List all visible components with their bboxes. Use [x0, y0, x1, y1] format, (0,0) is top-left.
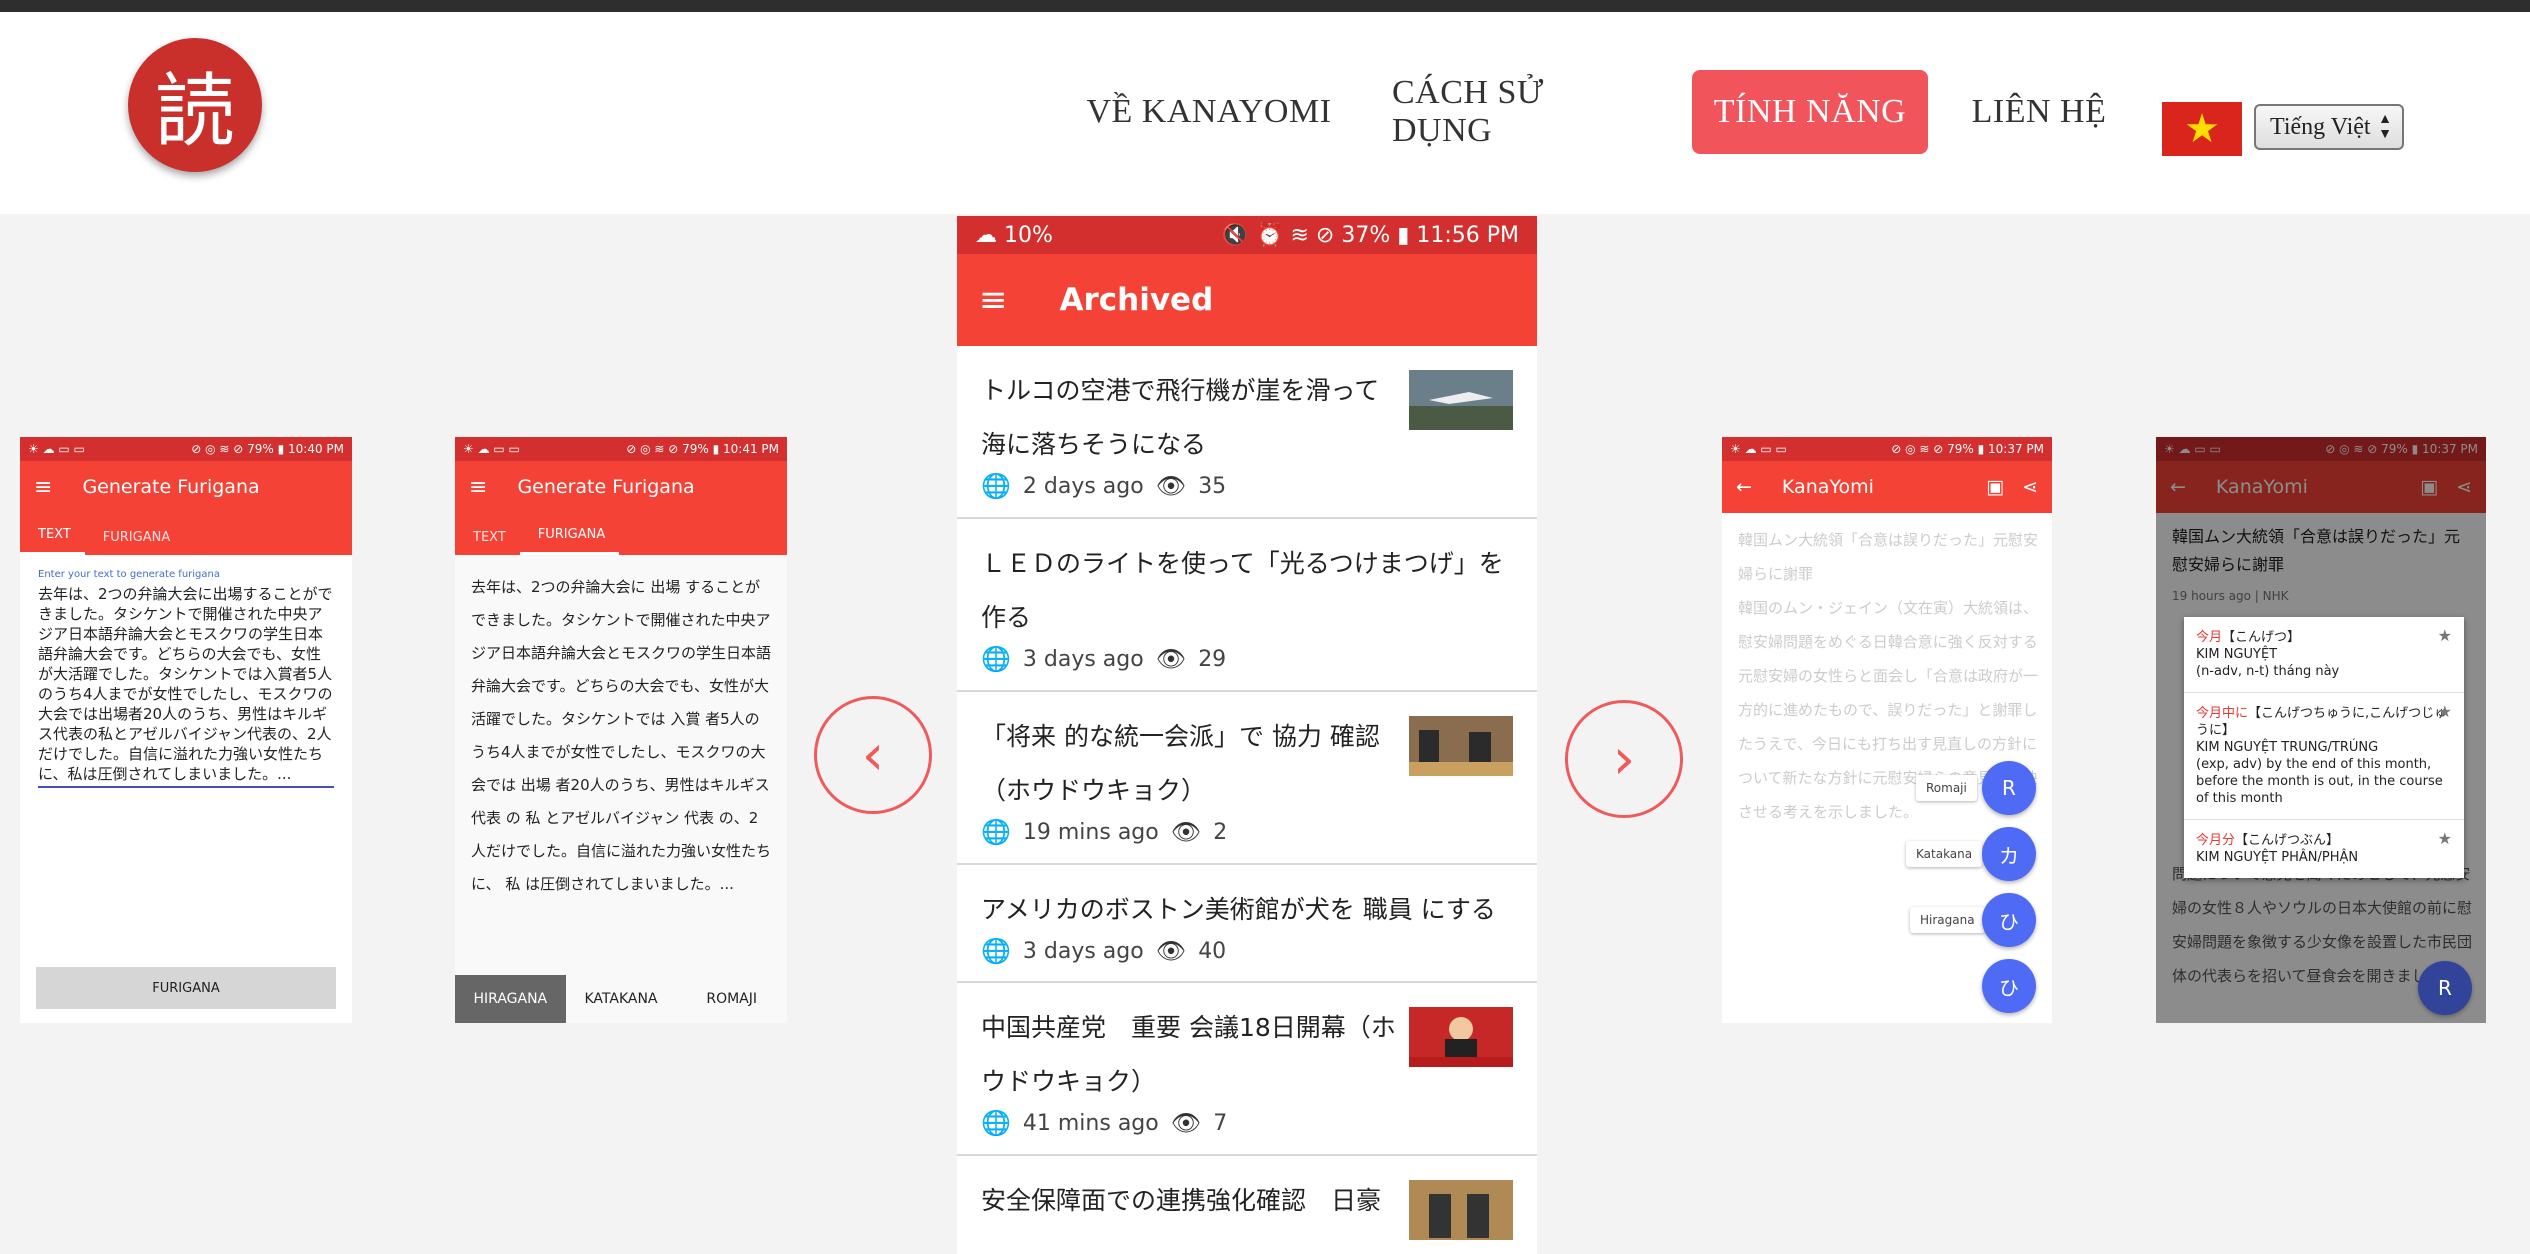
globe-icon: 🌐 [981, 937, 1011, 965]
status-bar: ☀ ☁ ▭ ▭ ⊘ ◎ ≋ ⊘ 79% ▮ 10:41 PM [455, 437, 787, 461]
archive-icon[interactable]: ▣ [1986, 476, 2004, 498]
app-title: KanaYomi [1781, 476, 1874, 498]
main-fab[interactable]: ひ [1982, 959, 2036, 1013]
eye-icon: 👁 [1155, 937, 1187, 965]
dictionary-popup: 今月【こんげつ】 ★ KIM NGUYỆT (n-adv, n-t) tháng … [2184, 617, 2464, 878]
eye-icon: 👁 [1155, 472, 1187, 500]
share-icon[interactable]: ⋖ [2022, 476, 2038, 498]
romaji-fab[interactable]: R [1982, 761, 2036, 815]
carousel-next-button[interactable]: › [1565, 700, 1683, 818]
tab-text[interactable]: TEXT [455, 530, 520, 555]
article-item[interactable]: 中国共産党 重要 会議18日開幕（ホウドウキョク） 🌐 41 mins ago 👁 7 [957, 983, 1537, 1156]
eye-icon: 👁 [1170, 1109, 1202, 1137]
furigana-text: 去年は、2つの弁論大会に 出場 することができました。タシケントで開催された中央… [471, 578, 772, 893]
fab-label-katakana: Katakana [1906, 841, 1983, 867]
status-bar: ☀ ☁ ▭ ▭ ⊘ ◎ ≋ ⊘ 79% ▮ 10:37 PM [1722, 437, 2052, 461]
screenshot-reading-options: ☀ ☁ ▭ ▭ ⊘ ◎ ≋ ⊘ 79% ▮ 10:37 PM ← KanaYomi ▣… [1722, 437, 2052, 1023]
katakana-fab[interactable]: カ [1982, 827, 2036, 881]
article-thumbnail [1409, 370, 1513, 430]
app-bar: ≡ Generate Furigana [20, 461, 352, 513]
app-bar: ≡ Generate Furigana [455, 461, 787, 513]
tab-furigana[interactable]: FURIGANA [85, 530, 184, 555]
nav-how-to-use[interactable]: CÁCH SỬ DỤNG [1392, 70, 1652, 154]
screenshot-furigana-output: ☀ ☁ ▭ ▭ ⊘ ◎ ≋ ⊘ 79% ▮ 10:41 PM ≡ Generate … [455, 437, 787, 1023]
language-select[interactable]: Tiếng Việt ▲ ▼ [2254, 104, 2404, 150]
status-bar: ☁ 10% 🔇 ⏰ ≋ ⊘ 37% ▮ 11:56 PM [957, 216, 1537, 254]
tab-text[interactable]: TEXT [20, 527, 85, 555]
katakana-button[interactable]: KATAKANA [566, 975, 677, 1023]
status-bar: ☀ ☁ ▭ ▭ ⊘ ◎ ≋ ⊘ 79% ▮ 10:40 PM [20, 437, 352, 461]
select-arrows-icon: ▲ ▼ [2378, 112, 2392, 142]
article-thumbnail [1409, 1007, 1513, 1067]
menu-icon[interactable]: ≡ [469, 475, 487, 500]
star-icon[interactable]: ★ [2438, 703, 2452, 720]
input-hint: Enter your text to generate furigana [38, 569, 220, 580]
app-bar: ← KanaYomi ▣ ⋖ [1722, 461, 2052, 513]
eye-icon: 👁 [1155, 645, 1187, 673]
dictionary-entry[interactable]: 今月分【こんげつぶん】 ★ KIM NGUYỆT PHÂN/PHẬN [2184, 820, 2464, 878]
screenshot-archived: ☁ 10% 🔇 ⏰ ≋ ⊘ 37% ▮ 11:56 PM ≡ Archived トル… [957, 216, 1537, 1254]
article-meta: 🌐 3 days ago 👁 40 [981, 937, 1227, 965]
carousel-prev-button[interactable]: ‹ [814, 696, 932, 814]
nav-contact[interactable]: LIÊN HỆ [1966, 70, 2112, 154]
globe-icon: 🌐 [981, 1109, 1011, 1137]
reading-fab[interactable]: R [2418, 961, 2472, 1015]
hiragana-fab[interactable]: ひ [1982, 893, 2036, 947]
script-selector: HIRAGANA KATAKANA ROMAJI [455, 975, 787, 1023]
language-select-value: Tiếng Việt [2270, 113, 2371, 140]
article-item[interactable]: 「将来 的な統一会派」で 協力 確認（ホウドウキョク） 🌐 19 mins ago… [957, 692, 1537, 865]
star-icon[interactable]: ★ [2438, 830, 2452, 847]
menu-icon[interactable]: ≡ [34, 475, 52, 500]
screenshot-dictionary: ☀ ☁ ▭ ▭ ⊘ ◎ ≋ ⊘ 79% ▮ 10:37 PM ← KanaYomi ▣… [2156, 437, 2486, 1023]
globe-icon: 🌐 [981, 645, 1011, 673]
kanayomi-logo[interactable]: 読 [128, 38, 262, 172]
app-title: Generate Furigana [517, 476, 695, 498]
article-thumbnail [1409, 1180, 1513, 1240]
nav-about[interactable]: VỀ KANAYOMI [1084, 70, 1334, 154]
app-title: Generate Furigana [82, 476, 260, 498]
romaji-button[interactable]: ROMAJI [676, 975, 787, 1023]
tab-bar: TEXT FURIGANA [20, 513, 352, 555]
screenshot-text-input: ☀ ☁ ▭ ▭ ⊘ ◎ ≋ ⊘ 79% ▮ 10:40 PM ≡ Generate … [20, 437, 352, 1023]
hiragana-button[interactable]: HIRAGANA [455, 975, 566, 1023]
article-meta: 🌐 3 days ago 👁 29 [981, 645, 1227, 673]
globe-icon: 🌐 [981, 818, 1011, 846]
back-arrow-icon[interactable]: ← [1736, 476, 1752, 498]
site-header: 読 VỀ KANAYOMI CÁCH SỬ DỤNG TÍNH NĂNG LIÊ… [0, 12, 2530, 214]
article-item[interactable]: アメリカのボストン美術館が犬を 職員 にする 🌐 3 days ago 👁 40 [957, 865, 1537, 983]
fab-label-hiragana: Hiragana [1910, 907, 1985, 933]
article-item[interactable]: ＬＥＤのライトを使って「光るつけまつげ」を作る 🌐 3 days ago 👁 29 [957, 519, 1537, 692]
chevron-right-icon: › [1612, 726, 1636, 792]
article-title: アメリカのボストン美術館が犬を 職員 にする [981, 895, 1496, 924]
top-strip [0, 0, 2530, 12]
vietnam-flag-icon[interactable]: ★ [2162, 102, 2242, 156]
article-meta: 🌐 19 mins ago 👁 2 [981, 818, 1228, 846]
article-item[interactable]: トルコの空港で飛行機が崖を滑って海に落ちそうになる 🌐 2 days ago 👁 35 [957, 346, 1537, 519]
globe-icon: 🌐 [981, 472, 1011, 500]
fab-label-romaji: Romaji [1916, 775, 1977, 801]
dictionary-entry[interactable]: 今月【こんげつ】 ★ KIM NGUYỆT (n-adv, n-t) tháng … [2184, 617, 2464, 693]
star-icon[interactable]: ★ [2438, 627, 2452, 644]
nav-features[interactable]: TÍNH NĂNG [1692, 70, 1928, 154]
app-title: Archived [1059, 282, 1214, 318]
article-meta: 🌐 2 days ago 👁 35 [981, 472, 1227, 500]
tab-furigana[interactable]: FURIGANA [519, 527, 620, 555]
article-title: ＬＥＤのライトを使って「光るつけまつげ」を作る [981, 549, 1504, 632]
flag-star-icon: ★ [2184, 106, 2220, 152]
menu-icon[interactable]: ≡ [979, 280, 1008, 320]
eye-icon: 👁 [1170, 818, 1202, 846]
japanese-text-input[interactable]: 去年は、2つの弁論大会に出場することができました。タシケントで開催された中央アジ… [38, 584, 334, 788]
furigana-button[interactable]: FURIGANA [36, 967, 336, 1009]
dictionary-entry[interactable]: 今月中に【こんげつちゅうに,こんげつじゅうに】 ★ KIM NGUYỆT TRUN… [2184, 693, 2464, 820]
app-bar: ≡ Archived [957, 254, 1537, 346]
article-item[interactable]: 安全保障面での連携強化確認 日豪 [957, 1156, 1537, 1254]
chevron-left-icon: ‹ [861, 722, 885, 788]
article-meta: 🌐 41 mins ago 👁 7 [981, 1109, 1228, 1137]
article-thumbnail [1409, 716, 1513, 776]
tab-bar: TEXT FURIGANA [455, 513, 787, 555]
